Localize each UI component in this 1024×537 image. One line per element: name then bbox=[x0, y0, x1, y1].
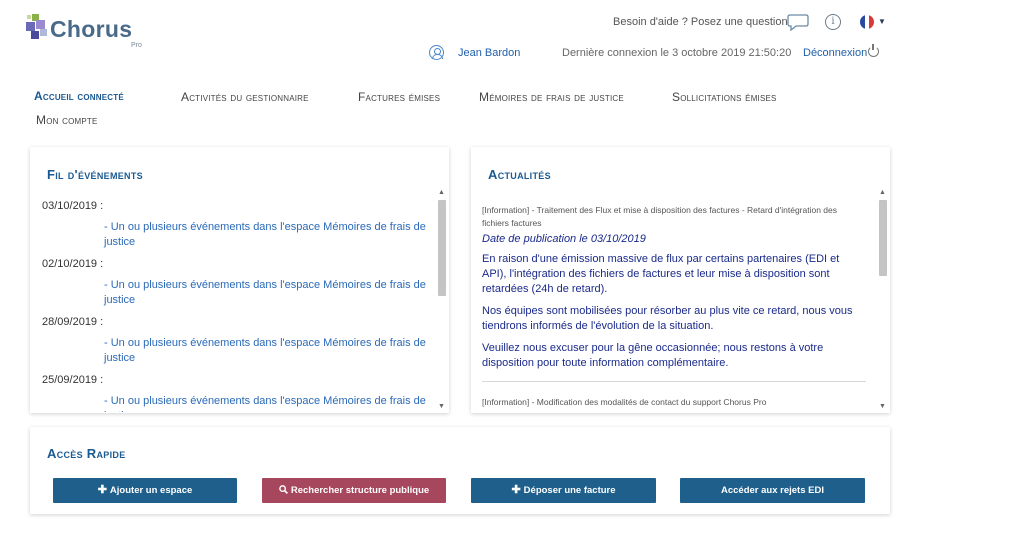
nav-activites-gestionnaire[interactable]: Activités du gestionnaire bbox=[181, 90, 309, 104]
events-scrollbar[interactable]: ▲ ▼ bbox=[436, 188, 447, 412]
scroll-thumb[interactable] bbox=[879, 200, 887, 276]
event-date: 28/09/2019 : bbox=[42, 316, 104, 328]
list-item: 28/09/2019 : - Un ou plusieurs événement… bbox=[42, 316, 432, 366]
nav-factures-emises[interactable]: Factures émises bbox=[358, 90, 440, 104]
plus-icon: ✚ bbox=[511, 484, 521, 496]
button-label: Ajouter un espace bbox=[109, 485, 193, 496]
nav-sollicitations-emises[interactable]: Sollicitations émises bbox=[672, 90, 777, 104]
french-flag-icon[interactable] bbox=[860, 15, 874, 29]
scroll-down-icon[interactable]: ▼ bbox=[436, 402, 447, 412]
list-item: 25/09/2019 : - Un ou plusieurs événement… bbox=[42, 374, 432, 412]
events-list[interactable]: 03/10/2019 : - Un ou plusieurs événement… bbox=[42, 200, 432, 412]
news-paragraph: En raison d'une émission massive de flux… bbox=[482, 253, 840, 295]
info-icon[interactable]: i bbox=[825, 14, 841, 30]
news-scrollbar[interactable]: ▲ ▼ bbox=[877, 188, 888, 412]
events-panel-title: Fil d'événements bbox=[47, 167, 143, 182]
plus-icon: ✚ bbox=[97, 484, 107, 496]
event-link[interactable]: - Un ou plusieurs événements dans l'espa… bbox=[104, 336, 432, 366]
event-link[interactable]: - Un ou plusieurs événements dans l'espa… bbox=[104, 394, 432, 412]
button-label: Rechercher structure publique bbox=[290, 485, 430, 496]
search-public-structure-button[interactable]: Rechercher structure publique bbox=[262, 478, 446, 503]
chorus-logo[interactable]: Chorus Pro bbox=[26, 12, 146, 52]
chat-icon[interactable] bbox=[787, 13, 809, 31]
button-label: Déposer une facture bbox=[523, 485, 616, 496]
news-divider bbox=[482, 381, 866, 382]
add-space-button[interactable]: ✚ Ajouter un espace bbox=[53, 478, 237, 503]
button-label: Accéder aux rejets EDI bbox=[721, 485, 824, 496]
scroll-up-icon[interactable]: ▲ bbox=[877, 188, 888, 198]
scroll-up-icon[interactable]: ▲ bbox=[436, 188, 447, 198]
brand-sub: Pro bbox=[131, 42, 142, 49]
list-item: 02/10/2019 : - Un ou plusieurs événement… bbox=[42, 258, 432, 308]
logout-link[interactable]: Déconnexion bbox=[803, 47, 867, 59]
news-panel-title: Actualités bbox=[488, 167, 551, 182]
edi-rejects-button[interactable]: Accéder aux rejets EDI bbox=[680, 478, 865, 503]
nav-mon-compte[interactable]: Mon compte bbox=[36, 113, 98, 127]
chevron-down-icon[interactable]: ▼ bbox=[878, 17, 886, 26]
last-login-text: Dernière connexion le 3 octobre 2019 21:… bbox=[562, 47, 792, 59]
search-icon bbox=[279, 478, 288, 503]
quick-access-title: Accès Rapide bbox=[47, 446, 126, 461]
scroll-down-icon[interactable]: ▼ bbox=[877, 402, 888, 412]
event-link[interactable]: - Un ou plusieurs événements dans l'espa… bbox=[104, 278, 432, 308]
nav-accueil-connecte[interactable]: Accueil connecté bbox=[34, 89, 124, 103]
event-link[interactable]: - Un ou plusieurs événements dans l'espa… bbox=[104, 220, 432, 250]
news-heading[interactable]: [Information] - Traitement des Flux et m… bbox=[482, 204, 866, 230]
event-date: 02/10/2019 : bbox=[42, 258, 104, 270]
news-paragraph: Nos équipes sont mobilisées pour résorbe… bbox=[482, 305, 853, 332]
user-icon bbox=[429, 45, 444, 60]
news-heading[interactable]: [Information] - Modification des modalit… bbox=[482, 396, 866, 409]
news-paragraph: Veuillez nous excuser pour la gêne occas… bbox=[482, 342, 824, 369]
brand-name: Chorus bbox=[50, 16, 133, 42]
list-item: 03/10/2019 : - Un ou plusieurs événement… bbox=[42, 200, 432, 250]
event-date: 25/09/2019 : bbox=[42, 374, 104, 386]
help-link[interactable]: Besoin d'aide ? Posez une question bbox=[613, 16, 788, 28]
nav-memoires-frais-justice[interactable]: Mémoires de frais de justice bbox=[479, 90, 624, 104]
user-name[interactable]: Jean Bardon bbox=[458, 47, 520, 59]
power-icon[interactable] bbox=[868, 44, 879, 57]
scroll-thumb[interactable] bbox=[438, 200, 446, 296]
event-date: 03/10/2019 : bbox=[42, 200, 104, 212]
submit-invoice-button[interactable]: ✚ Déposer une facture bbox=[471, 478, 656, 503]
news-list[interactable]: [Information] - Traitement des Flux et m… bbox=[482, 204, 866, 414]
news-date: Date de publication le 03/10/2019 bbox=[482, 233, 646, 245]
